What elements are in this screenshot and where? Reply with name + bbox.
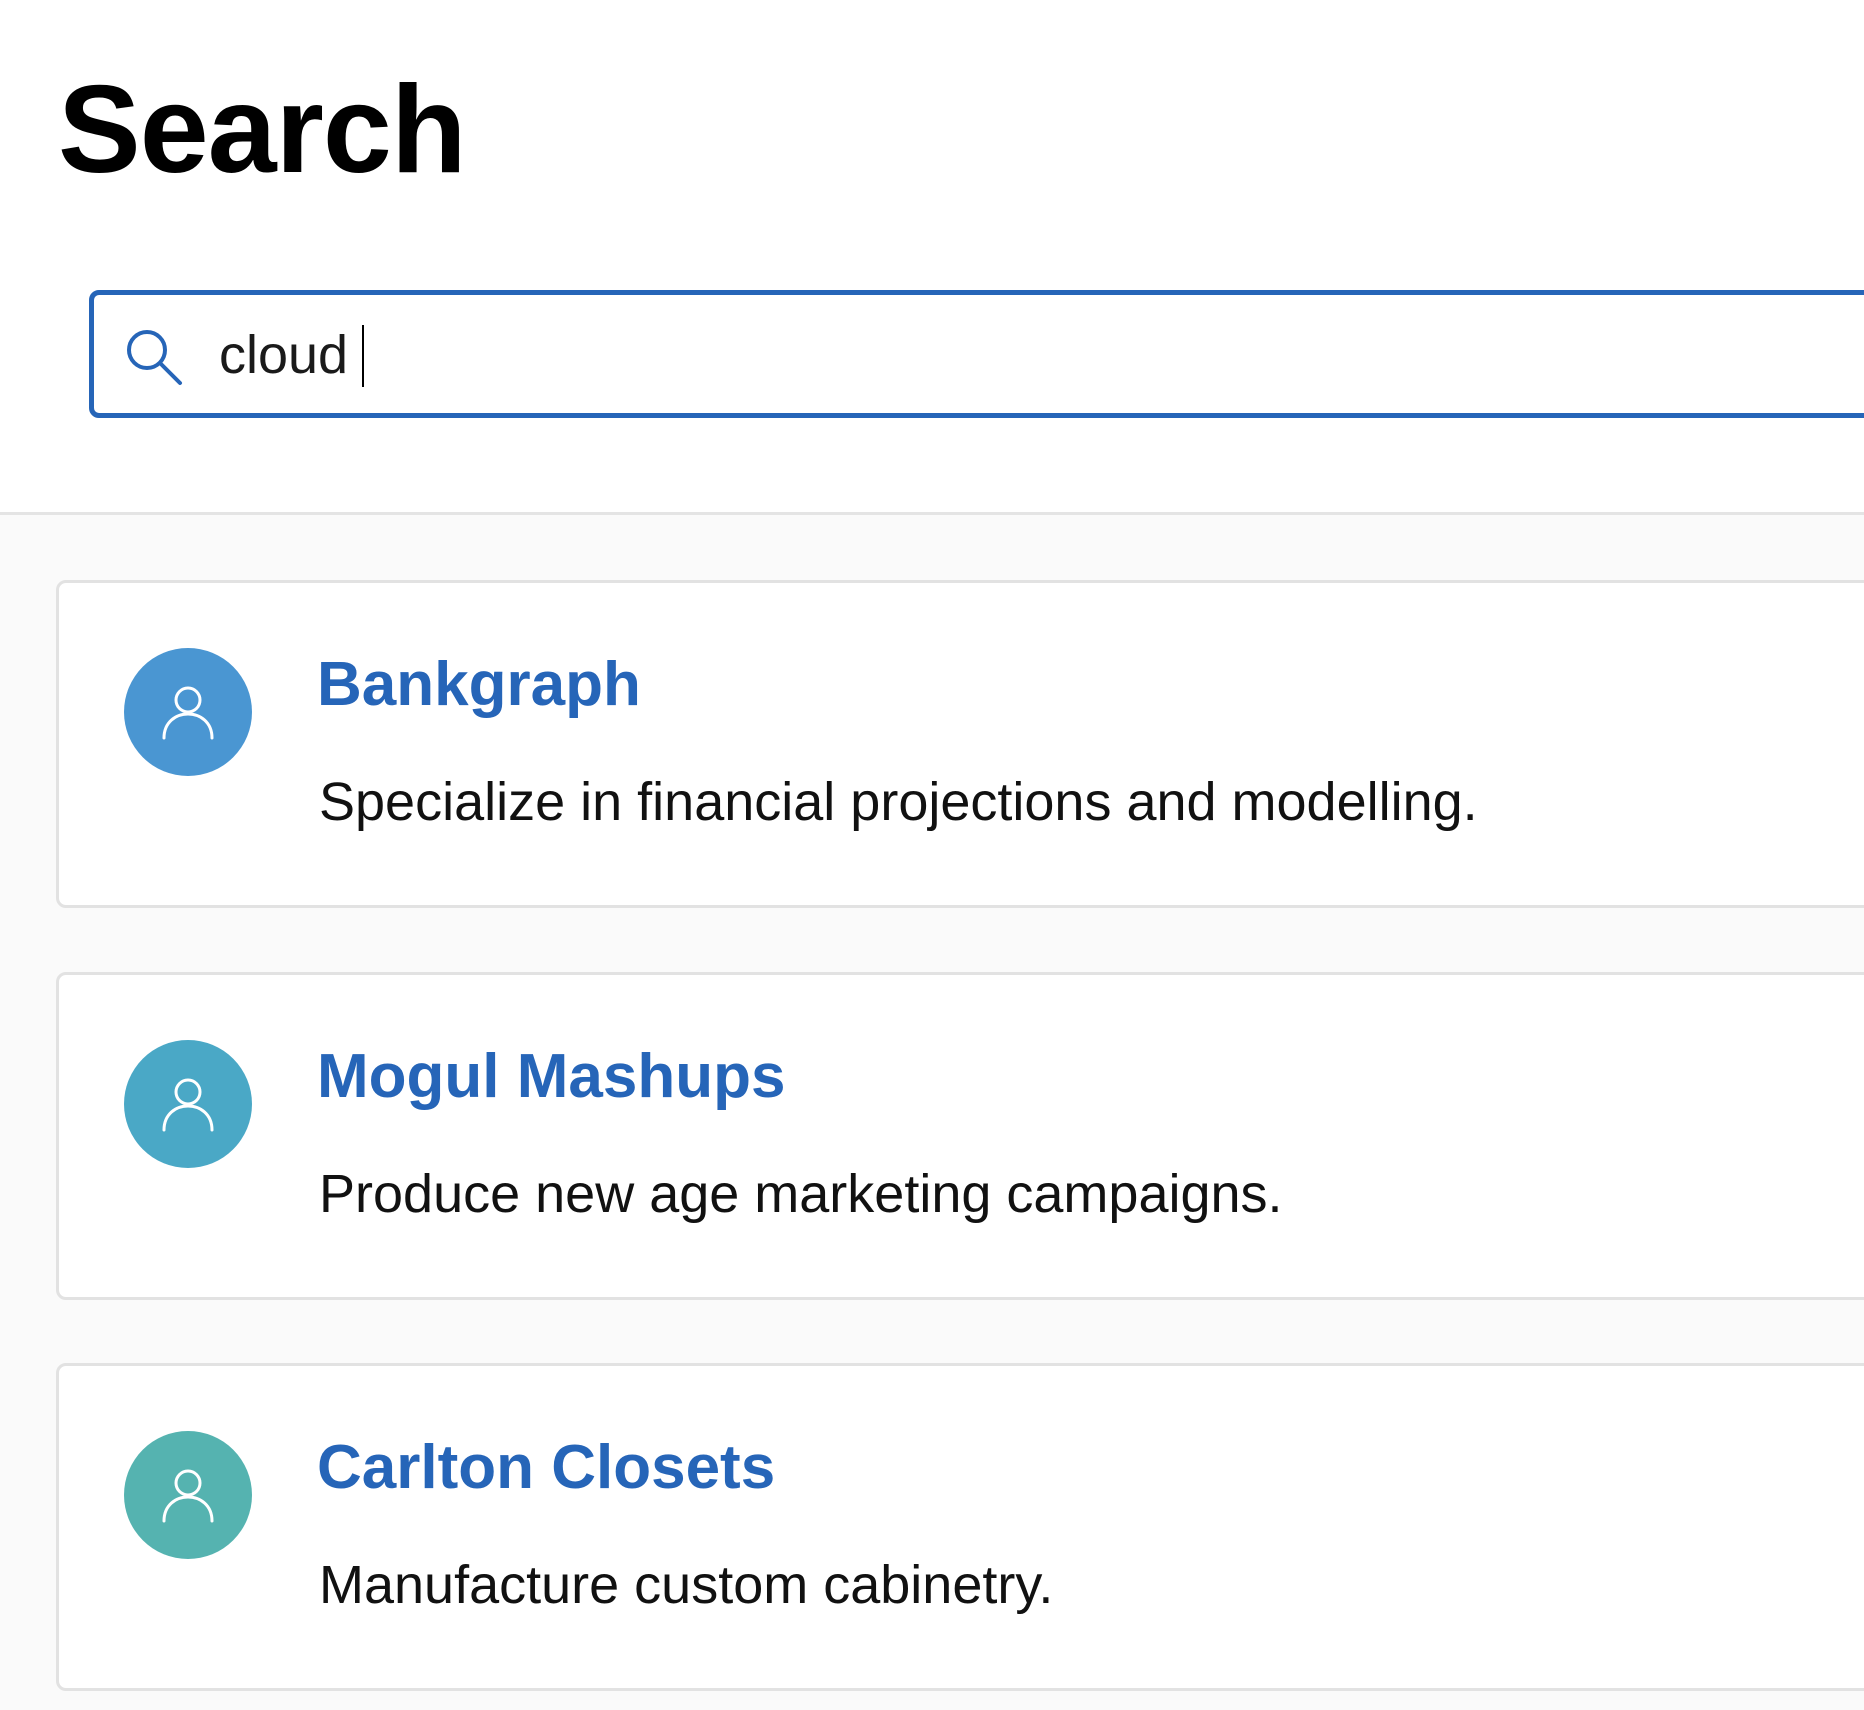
person-icon bbox=[162, 1469, 214, 1523]
avatar bbox=[124, 648, 252, 776]
result-description: Produce new age marketing campaigns. bbox=[319, 1164, 1283, 1224]
result-card-mogul-mashups[interactable]: Mogul Mashups Produce new age marketing … bbox=[56, 972, 1864, 1300]
result-card-carlton-closets[interactable]: Carlton Closets Manufacture custom cabin… bbox=[56, 1363, 1864, 1691]
result-description: Manufacture custom cabinetry. bbox=[319, 1555, 1054, 1615]
person-icon bbox=[162, 1078, 214, 1132]
text-caret bbox=[362, 325, 364, 387]
result-title[interactable]: Carlton Closets bbox=[317, 1433, 775, 1502]
search-input[interactable] bbox=[219, 317, 1819, 393]
page-title: Search bbox=[58, 61, 467, 199]
results-list: Bankgraph Specialize in financial projec… bbox=[0, 515, 1864, 1710]
result-description: Specialize in financial projections and … bbox=[319, 772, 1478, 832]
search-page: Search Bankgraph Specialize in financial… bbox=[0, 0, 1864, 1710]
search-icon bbox=[127, 330, 182, 385]
result-title[interactable]: Mogul Mashups bbox=[317, 1042, 785, 1111]
avatar bbox=[124, 1040, 252, 1168]
result-title[interactable]: Bankgraph bbox=[317, 650, 641, 719]
search-header: Search bbox=[0, 0, 1864, 515]
search-field[interactable] bbox=[89, 290, 1864, 418]
avatar bbox=[124, 1431, 252, 1559]
result-card-bankgraph[interactable]: Bankgraph Specialize in financial projec… bbox=[56, 580, 1864, 908]
person-icon bbox=[162, 686, 214, 740]
